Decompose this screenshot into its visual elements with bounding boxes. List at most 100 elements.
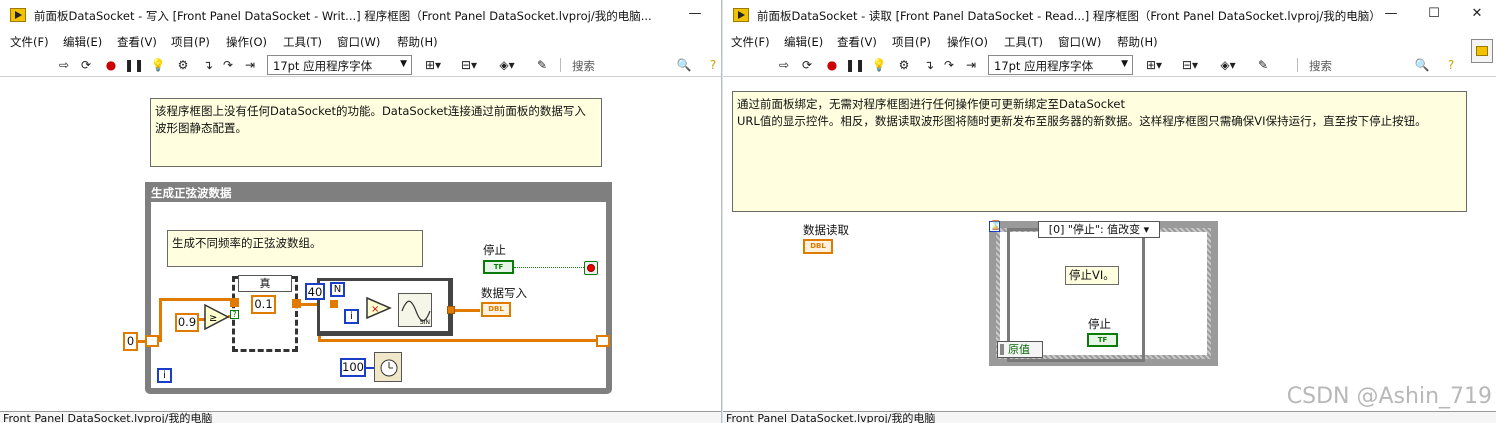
- menu-operate[interactable]: 操作(O): [226, 34, 267, 50]
- abort-icon[interactable]: ●: [824, 57, 840, 73]
- menu-window[interactable]: 窗口(W): [337, 34, 380, 50]
- stop-terminal[interactable]: TF: [483, 260, 514, 274]
- window-title: 前面板DataSocket - 写入 [Front Panel DataSock…: [34, 9, 652, 23]
- menu-help[interactable]: 帮助(H): [397, 34, 438, 50]
- block-diagram-canvas: 该程序框图上没有任何DataSocket的功能。DataSocket连接通过前面…: [0, 78, 721, 411]
- close-icon[interactable]: ✕: [1468, 6, 1486, 22]
- font-select[interactable]: 17pt 应用程序字体 ▼: [988, 55, 1133, 75]
- pause-icon[interactable]: ❚❚: [845, 57, 865, 73]
- data-write-label: 数据写入: [481, 286, 527, 300]
- step-over-icon[interactable]: ↷: [941, 57, 957, 73]
- minimize-icon[interactable]: —: [1382, 6, 1400, 22]
- data-write-terminal[interactable]: DBL: [481, 302, 511, 317]
- retain-wire-values-icon[interactable]: ⚙: [896, 57, 912, 73]
- stop-vi-note: 停止VI。: [1065, 266, 1119, 285]
- step-into-icon[interactable]: ↴: [921, 57, 937, 73]
- title-bar: 前面板DataSocket - 写入 [Front Panel DataSock…: [0, 0, 721, 30]
- menu-bar: 文件(F) 编辑(E) 查看(V) 项目(P) 操作(O) 工具(T) 窗口(W…: [0, 31, 721, 51]
- menu-view[interactable]: 查看(V): [117, 34, 157, 50]
- menu-window[interactable]: 窗口(W): [1058, 34, 1101, 50]
- step-out-icon[interactable]: ⇥: [242, 57, 258, 73]
- svg-text:≥: ≥: [209, 313, 217, 324]
- pause-icon[interactable]: ❚❚: [124, 57, 144, 73]
- svg-text:×: ×: [371, 304, 379, 315]
- menu-project[interactable]: 项目(P): [171, 34, 210, 50]
- step-into-icon[interactable]: ↴: [200, 57, 216, 73]
- run-continuously-icon[interactable]: ⟳: [799, 57, 815, 73]
- step-out-icon[interactable]: ⇥: [963, 57, 979, 73]
- menu-view[interactable]: 查看(V): [837, 34, 877, 50]
- loop-iteration-terminal: i: [344, 309, 359, 324]
- numeric-constant[interactable]: 40: [305, 283, 325, 300]
- numeric-constant[interactable]: 100: [340, 358, 366, 377]
- multiply-function[interactable]: ×: [366, 297, 392, 319]
- align-objects-icon[interactable]: ⊞▾: [1141, 57, 1167, 73]
- menu-tools[interactable]: 工具(T): [1004, 34, 1043, 50]
- menu-operate[interactable]: 操作(O): [947, 34, 988, 50]
- distribute-objects-icon[interactable]: ⊟▾: [1177, 57, 1203, 73]
- menu-file[interactable]: 文件(F): [10, 34, 49, 50]
- menu-help[interactable]: 帮助(H): [1117, 34, 1158, 50]
- case-selector[interactable]: 真: [238, 275, 292, 292]
- maximize-icon[interactable]: ☐: [1425, 6, 1443, 22]
- stop-terminal[interactable]: TF: [1087, 333, 1118, 347]
- case-selector-terminal: ?: [230, 310, 239, 319]
- cleanup-diagram-icon[interactable]: ✎: [1255, 57, 1271, 73]
- abort-icon[interactable]: ●: [103, 57, 119, 73]
- old-value-node[interactable]: 原值: [997, 341, 1043, 358]
- toolbar-divider: [1297, 58, 1298, 72]
- numeric-constant[interactable]: 0.1: [251, 295, 276, 314]
- menu-project[interactable]: 项目(P): [892, 34, 931, 50]
- search-icon[interactable]: 🔍: [1414, 57, 1430, 73]
- menu-edit[interactable]: 编辑(E): [63, 34, 102, 50]
- frame-title: 生成正弦波数据: [145, 182, 612, 202]
- sine-function-icon[interactable]: SIN: [398, 293, 432, 327]
- search-icon[interactable]: 🔍: [676, 57, 692, 73]
- run-icon[interactable]: ⇨: [56, 57, 72, 73]
- loop-output-tunnel: [447, 306, 455, 314]
- help-icon[interactable]: ?: [705, 57, 721, 73]
- stop-label: 停止: [1088, 317, 1111, 331]
- highlight-execution-icon[interactable]: 💡: [150, 57, 166, 73]
- cleanup-diagram-icon[interactable]: ✎: [534, 57, 550, 73]
- data-read-terminal[interactable]: DBL: [803, 239, 833, 254]
- run-icon[interactable]: ⇨: [776, 57, 792, 73]
- comment-note-top: 通过前面板绑定，无需对程序框图进行任何操作便可更新绑定至DataSocket U…: [732, 91, 1467, 212]
- shift-register-right: [596, 335, 610, 347]
- toolbar-divider: [560, 58, 561, 72]
- menu-edit[interactable]: 编辑(E): [784, 34, 823, 50]
- toolbar: ⇨ ⟳ ● ❚❚ 💡 ⚙ ↴ ↷ ⇥ 17pt 应用程序字体 ▼ ⊞▾ ⊟▾ ◈▾…: [723, 39, 1496, 77]
- numeric-constant[interactable]: 0: [123, 332, 138, 351]
- comment-note-top: 该程序框图上没有任何DataSocket的功能。DataSocket连接通过前面…: [150, 98, 602, 167]
- align-objects-icon[interactable]: ⊞▾: [420, 57, 446, 73]
- numeric-constant[interactable]: 0.9: [175, 313, 199, 332]
- search-input[interactable]: 搜索: [1309, 58, 1332, 74]
- reorder-icon[interactable]: ◈▾: [1215, 57, 1241, 73]
- block-diagram-canvas: 通过前面板绑定，无需对程序框图进行任何操作便可更新绑定至DataSocket U…: [723, 78, 1496, 411]
- font-select-value: 17pt 应用程序字体: [994, 59, 1094, 73]
- distribute-objects-icon[interactable]: ⊟▾: [456, 57, 482, 73]
- greater-or-equal-function[interactable]: ≥: [204, 304, 230, 330]
- labview-logo-icon: [733, 8, 749, 22]
- loop-tunnel: [330, 300, 338, 308]
- chevron-down-icon: ▼: [400, 59, 407, 69]
- font-select[interactable]: 17pt 应用程序字体 ▼: [267, 55, 412, 75]
- sine-label: SIN: [419, 319, 430, 326]
- menu-file[interactable]: 文件(F): [731, 34, 770, 50]
- vi-icon[interactable]: [1471, 39, 1493, 63]
- run-continuously-icon[interactable]: ⟳: [78, 57, 94, 73]
- shift-register-left: [145, 335, 159, 347]
- event-case-selector[interactable]: [0] "停止": 值改变 ▾: [1038, 221, 1160, 238]
- event-timeout-terminal: ⌛: [989, 221, 1002, 232]
- retain-wire-values-icon[interactable]: ⚙: [175, 57, 191, 73]
- highlight-execution-icon[interactable]: 💡: [871, 57, 887, 73]
- menu-tools[interactable]: 工具(T): [283, 34, 322, 50]
- title-bar: 前面板DataSocket - 读取 [Front Panel DataSock…: [723, 0, 1496, 30]
- block-diagram-window-read: 前面板DataSocket - 读取 [Front Panel DataSock…: [723, 0, 1496, 423]
- search-input[interactable]: 搜索: [572, 58, 595, 74]
- help-icon[interactable]: ?: [1443, 57, 1459, 73]
- step-over-icon[interactable]: ↷: [220, 57, 236, 73]
- minimize-icon[interactable]: —: [686, 6, 704, 22]
- reorder-icon[interactable]: ◈▾: [494, 57, 520, 73]
- wait-ms-icon[interactable]: [374, 352, 402, 382]
